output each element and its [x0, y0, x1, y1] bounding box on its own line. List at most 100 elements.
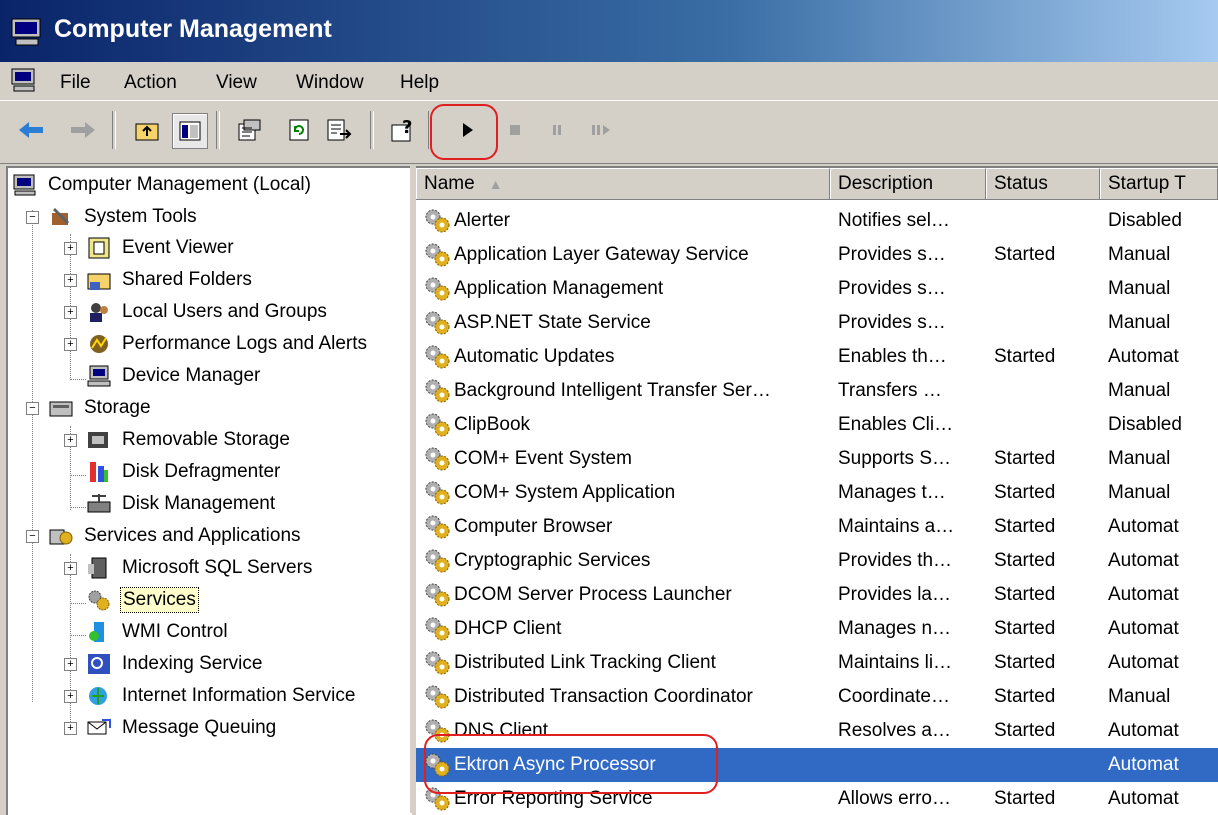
- expand-icon[interactable]: +: [64, 562, 77, 575]
- service-startup-type: Automat: [1108, 788, 1179, 809]
- computer-icon: [13, 174, 36, 196]
- service-description: Provides s…: [838, 244, 946, 265]
- start-icon[interactable]: [450, 113, 484, 147]
- back-icon[interactable]: [14, 113, 48, 147]
- console-icon[interactable]: [10, 67, 38, 93]
- menu-window[interactable]: Window: [296, 72, 364, 94]
- tree-indexing-service[interactable]: Indexing Service: [86, 649, 264, 679]
- table-row[interactable]: Automatic Updates Enables th… Started Autom…: [416, 340, 1218, 374]
- service-status: [994, 374, 1098, 408]
- table-row[interactable]: Distributed Link Tracking Client Maintain…: [416, 646, 1218, 680]
- properties-icon[interactable]: [232, 113, 266, 147]
- tree-message-queuing[interactable]: Message Queuing: [86, 713, 278, 743]
- service-name: Application Layer Gateway Service: [454, 244, 749, 265]
- service-status: Started: [994, 550, 1056, 571]
- expand-icon[interactable]: +: [64, 434, 77, 447]
- service-status: Started: [994, 652, 1056, 673]
- export-list-icon[interactable]: [322, 113, 356, 147]
- service-name: ASP.NET State Service: [454, 312, 651, 333]
- service-name: Distributed Link Tracking Client: [454, 652, 716, 673]
- storage-icon: [49, 401, 73, 417]
- refresh-icon[interactable]: [282, 113, 316, 147]
- tree-shared-folders[interactable]: Shared Folders: [86, 265, 254, 295]
- table-row[interactable]: Computer Browser Maintains a… Started Autom…: [416, 510, 1218, 544]
- service-status: Started: [994, 686, 1056, 707]
- tree-services[interactable]: Services: [86, 585, 199, 615]
- service-name-cell: Ektron Async Processor: [422, 748, 828, 782]
- service-name: Cryptographic Services: [454, 550, 651, 571]
- service-startup-type: Automat: [1108, 346, 1179, 367]
- window-title: Computer Management: [54, 15, 332, 43]
- table-row[interactable]: Application Management Provides s… Manual: [416, 272, 1218, 306]
- tree-local-users[interactable]: Local Users and Groups: [86, 297, 329, 327]
- service-gear-icon: [425, 515, 450, 539]
- tree-performance-logs[interactable]: Performance Logs and Alerts: [86, 329, 369, 359]
- expand-icon[interactable]: +: [64, 690, 77, 703]
- tree-removable-storage[interactable]: Removable Storage: [86, 425, 292, 455]
- table-row[interactable]: Distributed Transaction Coordinator Coord…: [416, 680, 1218, 714]
- column-header-name[interactable]: Name ▲: [416, 168, 830, 200]
- tree-storage[interactable]: Storage: [48, 393, 153, 423]
- table-row[interactable]: Background Intelligent Transfer Ser… Tran…: [416, 374, 1218, 408]
- table-row[interactable]: Application Layer Gateway Service Provide…: [416, 238, 1218, 272]
- tree-root[interactable]: Computer Management (Local): [12, 170, 313, 200]
- table-row[interactable]: Cryptographic Services Provides th… Starte…: [416, 544, 1218, 578]
- expand-icon[interactable]: +: [64, 274, 77, 287]
- tree-line: [70, 507, 86, 508]
- removable-storage-icon: [88, 432, 108, 448]
- tree-disk-management[interactable]: Disk Management: [86, 489, 277, 519]
- tree-system-tools[interactable]: System Tools: [48, 202, 199, 232]
- service-status: [994, 408, 1098, 442]
- table-row[interactable]: DNS Client Resolves a… Started Automat: [416, 714, 1218, 748]
- sort-ascending-icon: ▲: [488, 176, 503, 192]
- column-header-status[interactable]: Status: [986, 168, 1100, 200]
- menu-help[interactable]: Help: [400, 72, 439, 94]
- tree-disk-defragmenter[interactable]: Disk Defragmenter: [86, 457, 282, 487]
- menu-view[interactable]: View: [216, 72, 257, 94]
- tree-line: [70, 379, 86, 380]
- table-row[interactable]: COM+ System Application Manages t… Started…: [416, 476, 1218, 510]
- up-folder-icon[interactable]: [130, 113, 164, 147]
- system-tools-icon: [52, 207, 70, 225]
- service-startup-type: Automat: [1108, 550, 1179, 571]
- expand-icon[interactable]: +: [64, 338, 77, 351]
- help-icon[interactable]: ?: [386, 113, 420, 147]
- expand-icon[interactable]: +: [64, 722, 77, 735]
- table-row[interactable]: Ektron Async Processor Automat: [416, 748, 1218, 782]
- service-name-cell: ASP.NET State Service: [422, 306, 828, 340]
- service-name: DNS Client: [454, 720, 548, 741]
- tree-wmi-control[interactable]: WMI Control: [86, 617, 230, 647]
- menu-action[interactable]: Action: [124, 72, 177, 94]
- collapse-icon[interactable]: −: [26, 211, 39, 224]
- collapse-icon[interactable]: −: [26, 402, 39, 415]
- show-hide-tree-icon[interactable]: [172, 113, 208, 149]
- table-row[interactable]: Error Reporting Service Allows erro… Start…: [416, 782, 1218, 815]
- table-row[interactable]: DHCP Client Manages n… Started Automat: [416, 612, 1218, 646]
- column-header-startup-type[interactable]: Startup T: [1100, 168, 1218, 200]
- service-gear-icon: [425, 447, 450, 471]
- table-row[interactable]: ClipBook Enables Cli… Disabled: [416, 408, 1218, 442]
- table-row[interactable]: Alerter Notifies sel… Disabled: [416, 204, 1218, 238]
- table-row[interactable]: COM+ Event System Supports S… Started Manua…: [416, 442, 1218, 476]
- service-status: [994, 306, 1098, 340]
- service-status: Started: [994, 618, 1056, 639]
- menu-bar: File Action View Window Help: [0, 62, 1218, 100]
- expand-icon[interactable]: +: [64, 242, 77, 255]
- expand-icon[interactable]: +: [64, 658, 77, 671]
- service-name-cell: Background Intelligent Transfer Ser…: [422, 374, 828, 408]
- column-header-description[interactable]: Description: [830, 168, 986, 200]
- forward-icon[interactable]: [66, 113, 100, 147]
- expand-icon[interactable]: +: [64, 306, 77, 319]
- collapse-icon[interactable]: −: [26, 530, 39, 543]
- table-row[interactable]: ASP.NET State Service Provides s… Manual: [416, 306, 1218, 340]
- toolbar-separator: [428, 111, 432, 149]
- tree-event-viewer[interactable]: Event Viewer: [86, 233, 236, 263]
- tree-device-manager[interactable]: Device Manager: [86, 361, 262, 391]
- service-gear-icon: [425, 345, 450, 369]
- service-name-cell: COM+ System Application: [422, 476, 828, 510]
- table-row[interactable]: DCOM Server Process Launcher Provides la……: [416, 578, 1218, 612]
- tree-iis[interactable]: Internet Information Service: [86, 681, 357, 711]
- tree-sql-servers[interactable]: Microsoft SQL Servers: [86, 553, 314, 583]
- tree-services-and-applications[interactable]: Services and Applications: [48, 521, 303, 551]
- menu-file[interactable]: File: [60, 72, 91, 94]
